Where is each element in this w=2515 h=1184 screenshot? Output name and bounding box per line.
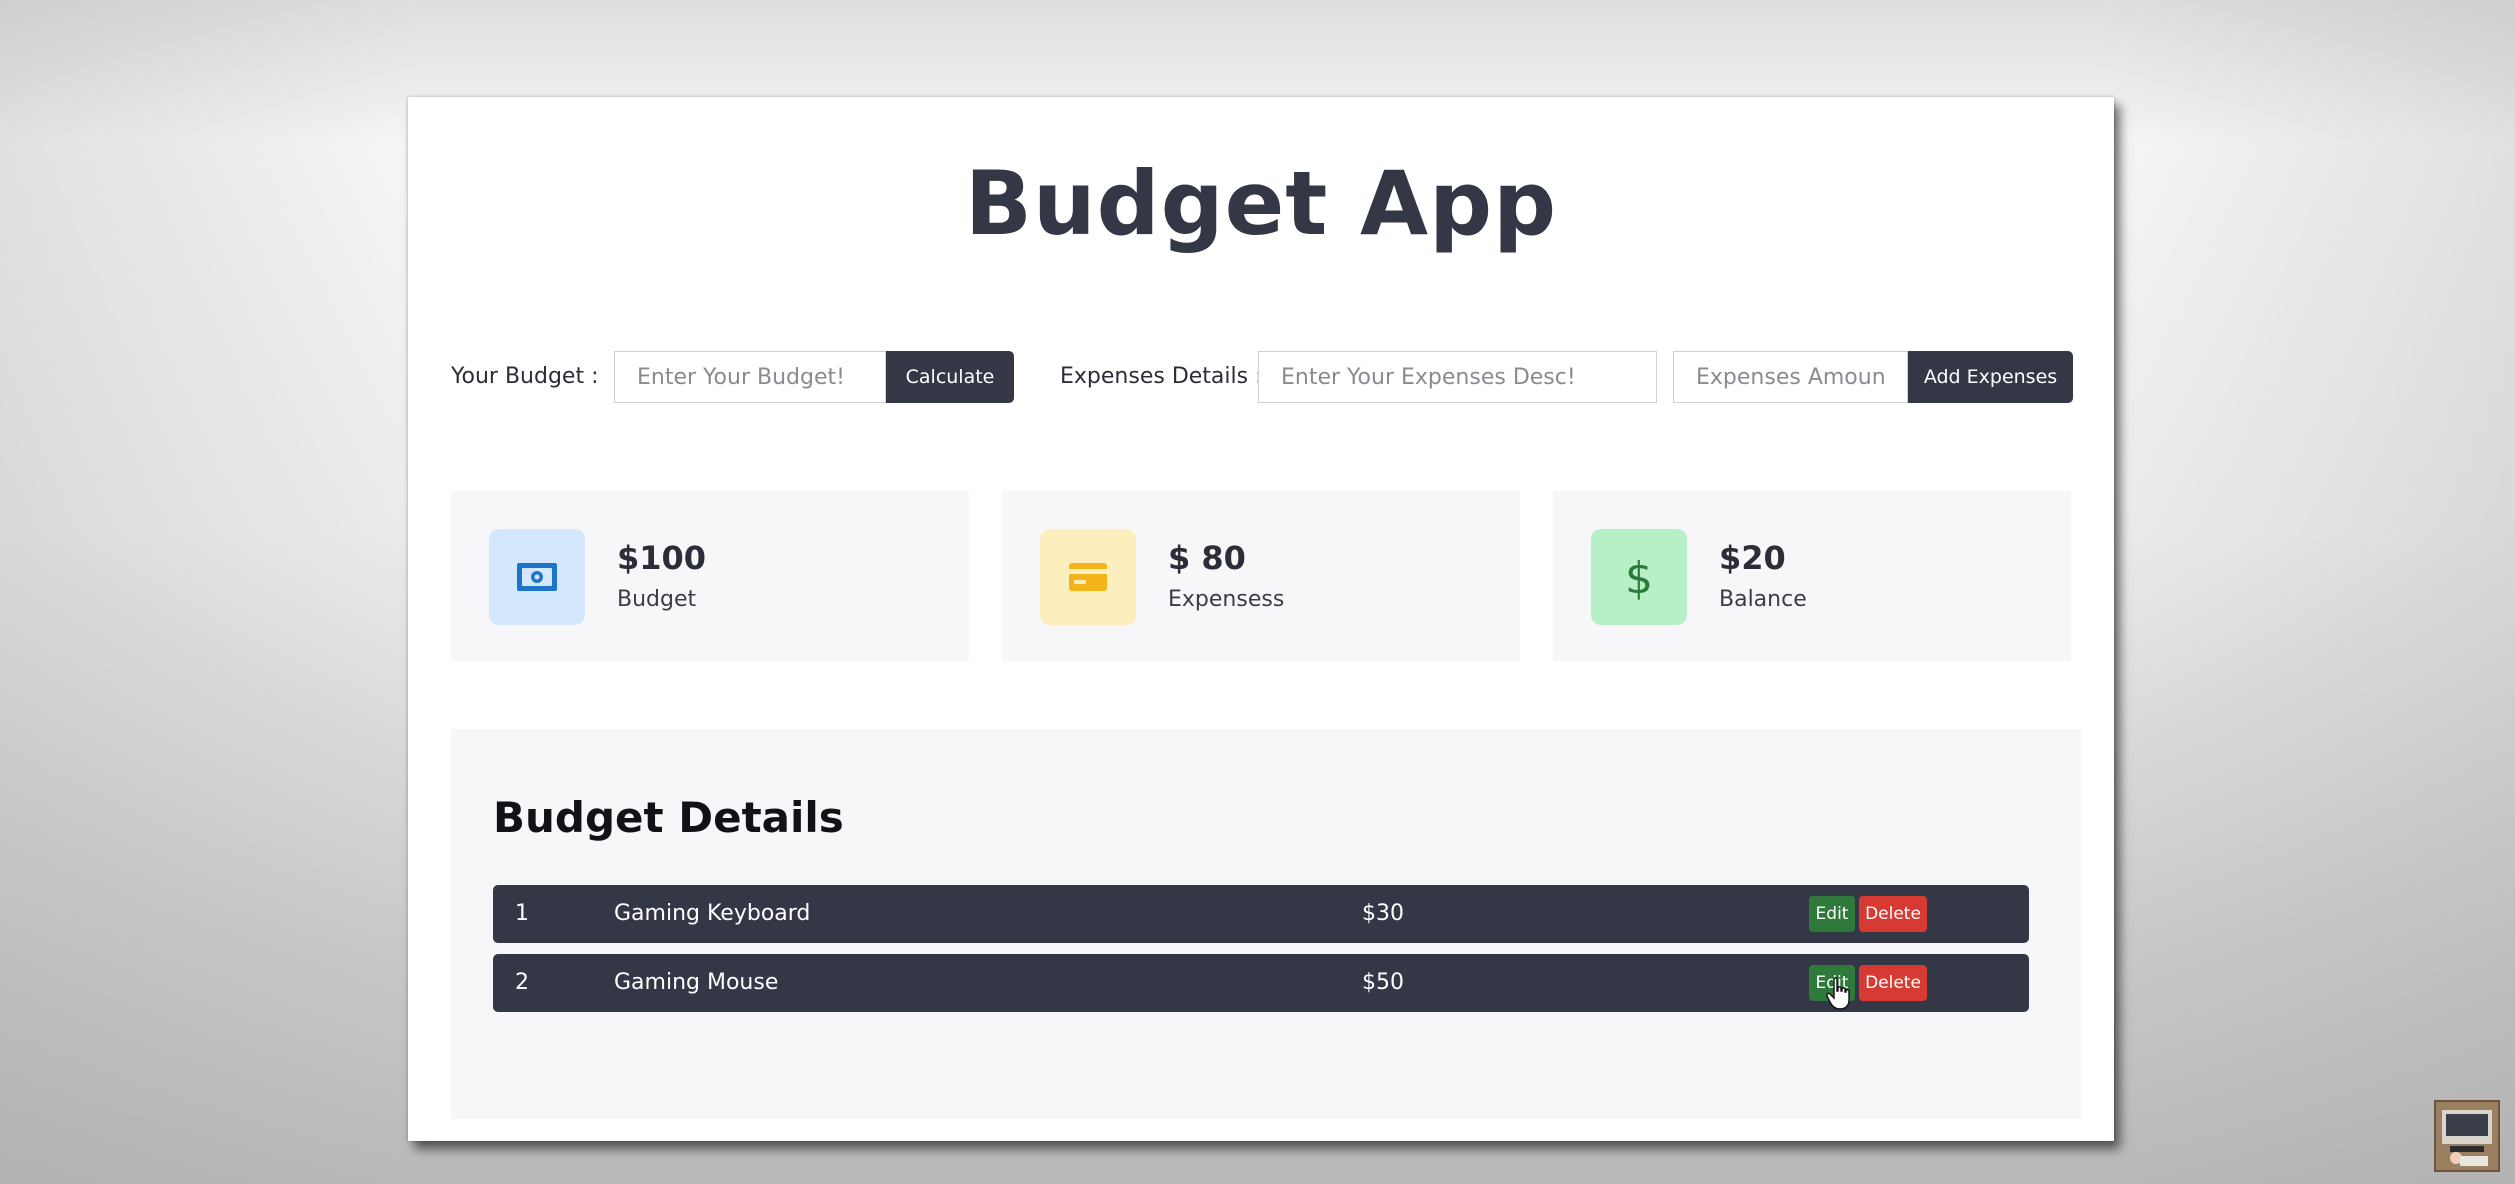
budget-value: $100	[617, 539, 707, 577]
input-form-row: Your Budget : Calculate Expenses Details…	[451, 351, 2081, 403]
page-title: Budget App	[964, 152, 1558, 255]
balance-stat-card: $ $20 Balance	[1553, 491, 2071, 661]
expense-name: Gaming Mouse	[614, 970, 779, 995]
expenses-details-label: Expenses Details :	[1060, 364, 1263, 389]
expense-index: 1	[515, 901, 529, 926]
background-shade-left	[0, 0, 420, 1184]
balance-value: $20	[1719, 539, 1786, 577]
hand-cursor-icon	[1826, 977, 1850, 1010]
expense-row: 2 Gaming Mouse $50 Edit Delete	[493, 954, 2029, 1012]
delete-button[interactable]: Delete	[1859, 965, 1927, 1001]
dollar-sign-icon: $	[1591, 529, 1687, 625]
expenses-value: $ 80	[1168, 539, 1246, 577]
budget-app-container: Budget App Your Budget : Calculate Expen…	[408, 97, 2114, 1141]
edit-button[interactable]: Edit	[1809, 896, 1855, 932]
budget-details-panel: Budget Details 1 Gaming Keyboard $30 Edi…	[451, 729, 2081, 1119]
delete-button[interactable]: Delete	[1859, 896, 1927, 932]
budget-input[interactable]	[614, 351, 886, 403]
credit-card-icon	[1040, 529, 1136, 625]
expense-row: 1 Gaming Keyboard $30 Edit Delete	[493, 885, 2029, 943]
webcam-thumbnail	[2434, 1100, 2500, 1172]
svg-text:$: $	[1625, 553, 1653, 601]
expenses-desc-input[interactable]	[1258, 351, 1657, 403]
calculate-button[interactable]: Calculate	[886, 351, 1014, 403]
expense-index: 2	[515, 970, 529, 995]
expenses-amount-input[interactable]	[1673, 351, 1908, 403]
budget-label: Your Budget :	[451, 364, 599, 389]
budget-caption: Budget	[617, 587, 697, 612]
expense-amount: $50	[1362, 970, 1404, 995]
balance-caption: Balance	[1719, 587, 1807, 612]
money-bill-icon	[489, 529, 585, 625]
expenses-caption: Expensess	[1168, 587, 1285, 612]
budget-details-title: Budget Details	[493, 793, 844, 842]
background-shade-right	[2095, 0, 2515, 1184]
expense-name: Gaming Keyboard	[614, 901, 811, 926]
budget-stat-card: $100 Budget	[451, 491, 969, 661]
expense-amount: $30	[1362, 901, 1404, 926]
expenses-stat-card: $ 80 Expensess	[1002, 491, 1520, 661]
add-expenses-button[interactable]: Add Expenses	[1908, 351, 2073, 403]
